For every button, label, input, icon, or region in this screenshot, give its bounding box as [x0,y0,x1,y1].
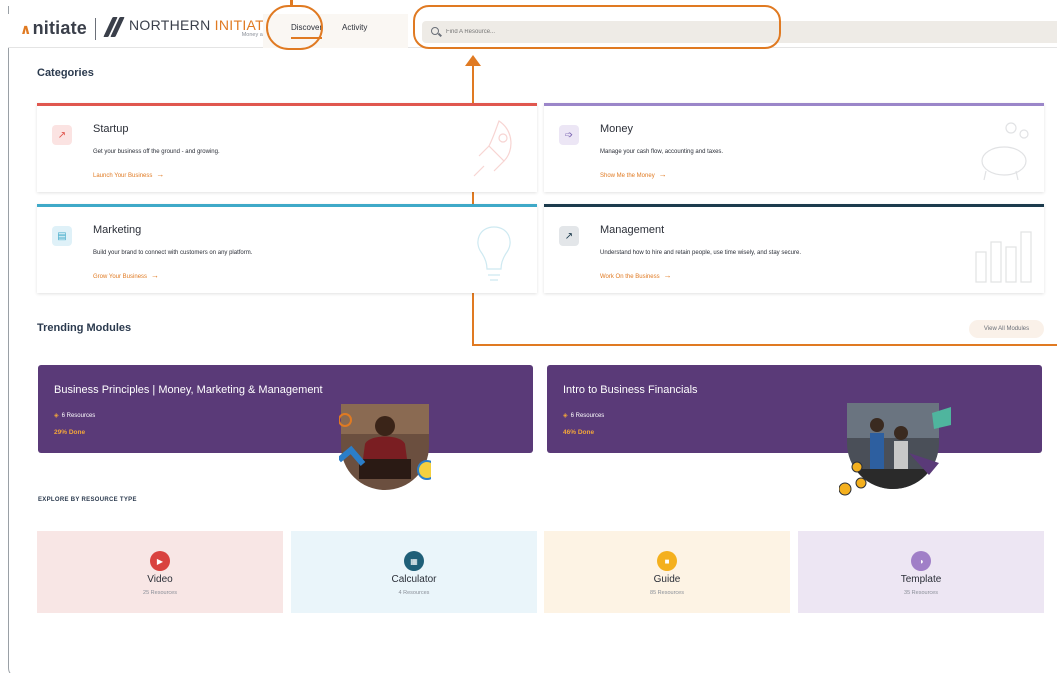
resource-type-name: Guide [653,574,681,585]
nav-activity[interactable]: Activity [342,23,367,32]
northern-initiatives-mark-icon [103,17,125,37]
resource-type-count: 85 Resources [650,590,684,596]
categories-heading: Categories [37,67,94,79]
lightbulb-illustration-icon [477,226,511,281]
category-link-money[interactable]: Show Me the Money → [600,170,667,179]
category-description: Get your business off the ground - and g… [93,149,220,155]
explore-heading: EXPLORE BY RESOURCE TYPE [38,497,137,503]
category-link-grow[interactable]: Grow Your Business → [93,271,159,280]
resource-icon: ◈ [563,413,568,419]
resource-type-calculator[interactable]: ▦ Calculator 4 Resources [291,531,537,613]
template-icon: ◑ [911,551,931,571]
module-title: Intro to Business Financials [563,384,698,396]
search-bar[interactable] [422,21,1057,43]
bar-chart-illustration-icon [975,231,1032,283]
calculator-icon: ▦ [404,551,424,571]
search-input[interactable] [446,25,746,39]
module-title: Business Principles | Money, Marketing &… [54,384,323,396]
category-title: Money [600,123,634,135]
category-card-money[interactable]: ➩ Money Manage your cash flow, accountin… [544,103,1044,192]
resource-type-name: Template [900,574,942,585]
module-resource-count: ◈ 6 Resources [563,413,605,419]
module-photo-business-financials [838,403,954,498]
category-card-startup[interactable]: ↗ Startup Get your business off the grou… [37,103,537,192]
module-card-business-financials[interactable]: Intro to Business Financials ◈ 6 Resource… [547,365,1042,453]
search-icon [431,27,439,35]
guide-icon: ■ [657,551,677,571]
piggy-bank-illustration-icon [981,122,1029,181]
category-description: Build your brand to connect with custome… [93,250,253,256]
module-progress: 29% Done [54,429,86,436]
category-title: Management [600,224,665,236]
resource-type-video[interactable]: ▶ Video 25 Resources [37,531,283,613]
logo-divider [95,18,96,40]
video-icon: ▶ [150,551,170,571]
module-progress: 46% Done [563,429,595,436]
rocket-icon: ↗ [52,125,72,145]
chart-icon: ↗ [559,226,579,246]
nav-discover[interactable]: Discover [291,23,323,39]
rocket-illustration-icon [473,120,512,177]
category-title: Startup [93,123,129,135]
category-card-marketing[interactable]: ▤ Marketing Build your brand to connect … [37,204,537,293]
top-navigation-bar: ∧nitiate NORTHERN INITIATIVES Money and … [8,14,1057,48]
discover-highlight-pointer [290,0,293,5]
module-card-business-principles[interactable]: Business Principles | Money, Marketing &… [38,365,533,453]
resource-type-template[interactable]: ◑ Template 35 Resources [798,531,1044,613]
store-icon: ▤ [52,226,72,246]
primary-nav: Discover Activity [263,14,408,48]
category-description: Manage your cash flow, accounting and ta… [600,149,724,155]
category-link-launch[interactable]: Launch Your Business → [93,170,164,179]
category-title: Marketing [93,224,142,236]
resource-type-count: 35 Resources [904,590,938,596]
module-photo-business-principles [337,404,437,490]
resource-type-count: 4 Resources [398,590,430,596]
resource-type-name: Video [147,574,173,585]
category-description: Understand how to hire and retain people… [600,250,801,256]
view-all-modules-button[interactable]: View All Modules [969,320,1044,338]
module-resource-count: ◈ 6 Resources [54,413,96,419]
initiate-logo[interactable]: ∧nitiate [20,18,87,39]
category-card-management[interactable]: ↗ Management Understand how to hire and … [544,204,1044,293]
resource-type-name: Calculator [391,574,437,585]
trending-modules-heading: Trending Modules [37,322,132,334]
money-hand-icon: ➩ [559,125,579,145]
resource-type-count: 25 Resources [143,590,177,596]
category-link-work[interactable]: Work On the Business → [600,271,672,280]
resource-type-guide[interactable]: ■ Guide 85 Resources [544,531,790,613]
resource-icon: ◈ [54,413,59,419]
